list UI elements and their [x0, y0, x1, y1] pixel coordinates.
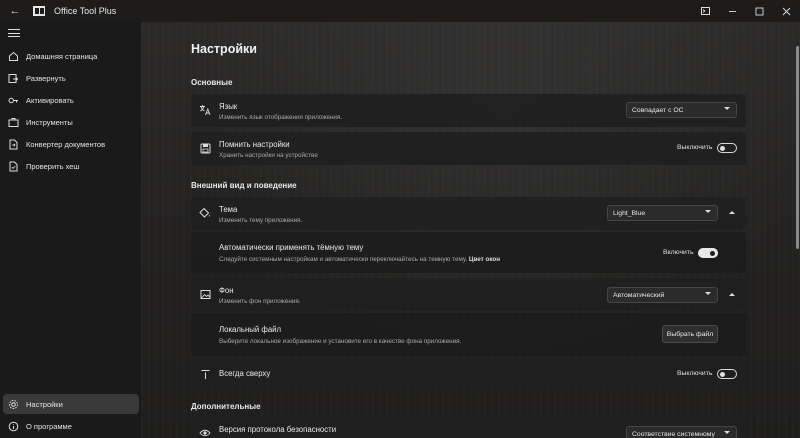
close-button[interactable] [773, 0, 800, 22]
sidebar-item-label: Развернуть [26, 73, 66, 83]
sidebar-item-label: О программе [26, 421, 72, 431]
minimize-button[interactable] [719, 0, 746, 22]
gear-icon [7, 398, 19, 410]
setting-language: Язык Изменить язык отображения приложени… [191, 94, 746, 127]
chevron-up-icon[interactable] [729, 211, 735, 214]
close-icon [782, 7, 791, 15]
chevron-down-icon [705, 292, 711, 295]
background-dropdown[interactable]: Автоматический [607, 287, 718, 303]
sidebar-item-label: Проверить хеш [26, 161, 80, 171]
sidebar-item-doc-converter[interactable]: Конвертер документов [3, 134, 139, 154]
theme-dropdown[interactable]: Light_Blue [607, 205, 718, 221]
toggle-label: Выключить [677, 144, 713, 151]
setting-title: Язык [219, 102, 238, 111]
scrollbar[interactable] [796, 46, 799, 249]
minimize-icon [729, 10, 736, 12]
chevron-down-icon [724, 431, 730, 434]
setting-description: Изменить фон приложения. [219, 298, 301, 305]
back-button[interactable]: ← [0, 0, 30, 22]
sidebar-item-label: Настройки [26, 399, 63, 409]
paint-bucket-icon [199, 207, 211, 219]
document-convert-icon [7, 138, 19, 150]
toolbox-icon [7, 116, 19, 128]
setting-title: Локальный файл [219, 325, 282, 334]
sidebar-item-label: Активировать [26, 95, 74, 105]
setting-theme: Тема Изменить тему приложения. Light_Blu… [191, 197, 746, 230]
dropdown-value: Соответствие системному [632, 430, 715, 438]
section-title-basic: Основные [191, 78, 233, 87]
setting-description: Изменить язык отображения приложения. [219, 114, 343, 121]
maximize-button[interactable] [746, 0, 773, 22]
setting-title: Всегда сверху [219, 369, 271, 378]
setting-always-on-top: Всегда сверху Выключить [191, 361, 746, 387]
setting-title: Автоматически применять тёмную тему [219, 243, 364, 252]
sidebar-item-label: Конвертер документов [26, 139, 106, 149]
chevron-down-icon [705, 210, 711, 213]
setting-security-protocol: Версия протокола безопасности Соответств… [191, 418, 746, 438]
sidebar-item-about[interactable]: О программе [3, 416, 139, 436]
save-icon [199, 142, 211, 154]
setting-title: Версия протокола безопасности [219, 425, 337, 434]
sidebar-item-settings[interactable]: Настройки [3, 394, 139, 414]
setting-background: Фон Изменить фон приложения. Автоматичес… [191, 278, 746, 311]
always-on-top-toggle[interactable] [717, 369, 737, 379]
remember-toggle[interactable] [717, 143, 737, 153]
sidebar-item-label: Домашняя страница [26, 51, 98, 61]
settings-page: Настройки Основные Язык Изменить язык от… [141, 22, 800, 438]
image-icon [199, 288, 211, 300]
setting-description: Изменить тему приложения. [219, 217, 303, 224]
setting-description: Выберите локальное изображение и установ… [219, 338, 462, 345]
setting-auto-dark-theme: Автоматически применять тёмную тему След… [191, 232, 746, 273]
window-title: Office Tool Plus [54, 6, 117, 16]
setting-description: Хранить настройки на устройстве [219, 152, 318, 159]
pin-top-icon [199, 368, 211, 380]
eye-icon [199, 427, 211, 438]
translate-icon [199, 104, 211, 116]
sidebar-item-deploy[interactable]: Развернуть [3, 68, 139, 88]
terminal-button[interactable] [692, 0, 719, 22]
title-bar: ← Office Tool Plus [0, 0, 800, 22]
sidebar-item-home[interactable]: Домашняя страница [3, 46, 139, 66]
home-icon [7, 50, 19, 62]
choose-file-button[interactable]: Выбрать файл [662, 325, 718, 343]
terminal-icon [701, 7, 710, 15]
sidebar-item-activate[interactable]: Активировать [3, 90, 139, 110]
info-icon [7, 420, 19, 432]
key-icon [7, 94, 19, 106]
sidebar-item-hash-check[interactable]: Проверить хеш [3, 156, 139, 176]
window-color-link[interactable]: Цвет окон [469, 256, 500, 263]
setting-description: Следуйте системным настройкам и автомати… [219, 256, 501, 263]
dropdown-value: Совпадает с ОС [632, 106, 684, 114]
setting-remember: Помнить настройки Хранить настройки на у… [191, 132, 746, 165]
hamburger-menu-icon[interactable] [8, 27, 20, 39]
sidebar-item-tools[interactable]: Инструменты [3, 112, 139, 132]
toggle-label: Выключить [677, 370, 713, 377]
setting-local-file: Локальный файл Выберите локальное изобра… [191, 313, 746, 356]
maximize-icon [755, 7, 764, 15]
toggle-label: Включить [663, 249, 694, 256]
auto-dark-theme-toggle[interactable] [698, 248, 718, 258]
chevron-down-icon [724, 107, 730, 110]
deploy-icon [7, 72, 19, 84]
security-protocol-dropdown[interactable]: Соответствие системному [626, 426, 737, 438]
dropdown-value: Light_Blue [613, 209, 646, 217]
language-dropdown[interactable]: Совпадает с ОС [626, 102, 737, 118]
dropdown-value: Автоматический [613, 291, 665, 299]
setting-title: Помнить настройки [219, 140, 290, 149]
chevron-up-icon[interactable] [729, 293, 735, 296]
setting-title: Тема [219, 205, 238, 214]
page-title: Настройки [191, 42, 257, 56]
section-title-additional: Дополнительные [191, 402, 261, 411]
section-title-appearance: Внешний вид и поведение [191, 181, 297, 190]
sidebar-item-label: Инструменты [26, 117, 73, 127]
app-logo-icon [32, 4, 46, 18]
file-check-icon [7, 160, 19, 172]
sidebar: Домашняя страница Развернуть Активироват… [0, 22, 141, 438]
back-arrow-icon: ← [9, 5, 21, 17]
setting-title: Фон [219, 286, 234, 295]
